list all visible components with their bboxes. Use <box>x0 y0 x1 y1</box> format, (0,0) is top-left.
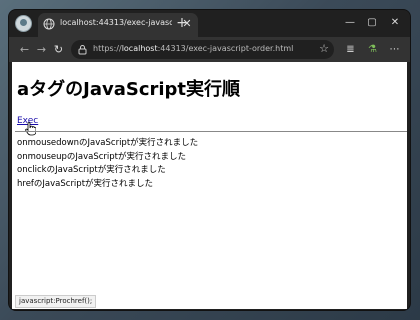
hand-cursor-icon <box>25 122 36 136</box>
browser-tab[interactable]: localhost:44313/exec-javascript-o ✕ <box>38 13 198 37</box>
log-line: onclickのJavaScriptが実行されました <box>17 165 166 175</box>
forward-button[interactable]: → <box>34 42 49 57</box>
new-tab-button[interactable]: + <box>175 16 189 30</box>
page-heading: aタグのJavaScript実行順 <box>17 79 241 100</box>
tab-strip: localhost:44313/exec-javascript-o ✕ + — … <box>9 10 410 37</box>
star-icon[interactable]: ☆ <box>317 42 331 56</box>
address-bar[interactable]: https://localhost:44313/exec-javascript-… <box>71 40 334 59</box>
extensions-icon[interactable]: ⚗ <box>365 42 380 57</box>
navigation-toolbar: ← → ↻ https://localhost:44313/exec-javas… <box>9 37 410 62</box>
url-host: localhost <box>121 44 158 53</box>
event-log: onmousedownのJavaScriptが実行されました onmouseup… <box>17 137 198 191</box>
url-path: :44313/exec-javascript-order.html <box>157 44 294 53</box>
minimize-button[interactable]: — <box>343 16 357 30</box>
page-viewport: aタグのJavaScript実行順 Exec onmousedownのJavaS… <box>12 62 407 309</box>
log-line: onmouseupのJavaScriptが実行されました <box>17 151 187 162</box>
back-button[interactable]: ← <box>17 42 32 57</box>
status-bar-url: javascript:Prochref(); <box>15 295 97 308</box>
divider <box>15 131 407 132</box>
url-text: https://localhost:44313/exec-javascript-… <box>93 44 293 53</box>
log-line: hrefのJavaScriptが実行されました <box>17 178 154 189</box>
tab-title: localhost:44313/exec-javascript-o <box>60 18 172 27</box>
maximize-button[interactable]: ▢ <box>365 16 379 30</box>
close-window-button[interactable]: ✕ <box>388 16 402 30</box>
menu-icon[interactable]: ⋯ <box>387 42 402 57</box>
lock-icon <box>78 45 87 55</box>
log-line: onmousedownのJavaScriptが実行されました <box>17 138 199 148</box>
reload-button[interactable]: ↻ <box>51 42 66 57</box>
collections-icon[interactable]: ≣ <box>343 42 358 57</box>
globe-icon <box>43 18 55 30</box>
profile-avatar[interactable] <box>15 15 32 32</box>
browser-window: localhost:44313/exec-javascript-o ✕ + — … <box>9 10 410 310</box>
url-scheme: https:// <box>93 44 122 53</box>
